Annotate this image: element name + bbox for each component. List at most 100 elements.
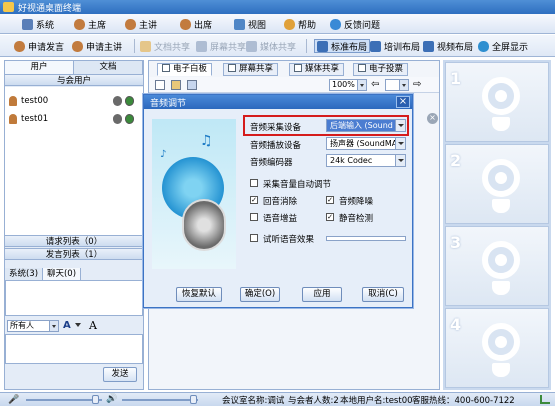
arrow-left-icon[interactable]: ⇦: [371, 79, 379, 90]
layout-icon: [423, 40, 434, 52]
tab-screen-share[interactable]: 屏幕共享: [223, 63, 279, 76]
screen-share-button[interactable]: 屏幕共享: [196, 39, 246, 53]
close-icon[interactable]: ×: [427, 113, 438, 124]
screen-icon: [228, 64, 236, 72]
user-row[interactable]: test01: [7, 113, 141, 125]
codec-select[interactable]: 24k Codec: [326, 154, 406, 167]
music-note-icon: ♪: [160, 149, 167, 160]
audio-illustration: ♫ ♪: [152, 119, 236, 269]
playback-device-select[interactable]: 扬声器 (SoundMAX: [326, 137, 406, 150]
menu-feedback[interactable]: 反馈问题: [330, 17, 380, 31]
microphone-icon[interactable]: [113, 96, 122, 106]
tab-chat[interactable]: 聊天(0): [43, 268, 81, 280]
video-slot[interactable]: 2: [445, 144, 549, 224]
webcam-icon: [482, 159, 520, 197]
microphone-icon[interactable]: [113, 114, 122, 124]
new-page-icon[interactable]: [155, 80, 165, 90]
page-select[interactable]: [385, 79, 409, 91]
cancel-button[interactable]: 取消(C): [362, 287, 404, 302]
mic-volume-slider[interactable]: [26, 399, 102, 401]
dialog-title: 音频调节: [150, 99, 187, 109]
toolbar: 申请发言 申请主讲 文档共享 屏幕共享 媒体共享 标准布局 培训布局 视频布局 …: [0, 35, 555, 57]
ok-button[interactable]: 确定(O): [240, 287, 280, 302]
noise-reduction-checkbox[interactable]: ✓: [326, 196, 334, 204]
highlight-box: [243, 115, 409, 136]
menu-view[interactable]: 视图: [234, 17, 266, 31]
test-audio-label: 试听语音效果: [263, 235, 315, 245]
user-row[interactable]: test00: [7, 95, 141, 107]
tab-vote[interactable]: 电子投票: [353, 63, 409, 76]
tab-documents[interactable]: 文档: [74, 61, 143, 74]
video-column: 1 2 3 4: [443, 60, 551, 390]
media-icon: [294, 64, 302, 72]
request-list-header[interactable]: 请求列表（0）: [5, 235, 143, 247]
doc-share-button[interactable]: 文档共享: [140, 39, 190, 53]
apply-button[interactable]: 应用: [302, 287, 342, 302]
chevron-down-icon: [49, 321, 58, 331]
restore-default-button[interactable]: 恢复默认: [176, 287, 222, 302]
tab-users[interactable]: 用户: [5, 61, 74, 74]
echo-cancel-label: 回音消除: [263, 197, 298, 207]
font-color-icon[interactable]: A: [63, 320, 73, 331]
video-layout-button[interactable]: 视频布局: [423, 39, 473, 53]
app-icon: [3, 2, 14, 12]
fullscreen-button[interactable]: 全屏显示: [478, 39, 528, 53]
video-slot[interactable]: 1: [445, 62, 549, 142]
webcam-stand-icon: [492, 363, 510, 377]
tab-whiteboard[interactable]: 电子白板: [157, 63, 213, 76]
echo-cancel-checkbox[interactable]: ✓: [250, 196, 258, 204]
media-share-button[interactable]: 媒体共享: [246, 39, 296, 53]
standard-layout-button[interactable]: 标准布局: [314, 39, 371, 53]
send-button[interactable]: 发送: [103, 367, 137, 382]
menu-system[interactable]: 系统: [22, 17, 54, 31]
left-tabs: 用户 文档: [5, 61, 143, 74]
menu-presenter[interactable]: 主讲: [125, 17, 157, 31]
window-title: 好视通桌面终端: [18, 4, 82, 14]
request-present-button[interactable]: 申请主讲: [72, 39, 122, 53]
speak-list-header[interactable]: 发言列表（1）: [5, 248, 143, 260]
speaker-volume-slider[interactable]: [122, 399, 198, 401]
video-slot[interactable]: 4: [445, 308, 549, 388]
chevron-down-icon: [395, 138, 405, 149]
recipient-select[interactable]: 所有人: [7, 320, 59, 332]
media-icon: [246, 40, 257, 52]
camera-icon[interactable]: [125, 114, 134, 124]
chat-history: [5, 280, 143, 316]
webcam-icon: [482, 241, 520, 279]
codec-label: 音频编码器: [250, 158, 293, 168]
open-folder-icon[interactable]: [171, 80, 181, 90]
menu-chair[interactable]: 主席: [74, 17, 106, 31]
zoom-select[interactable]: 100%: [329, 79, 367, 91]
layout-icon: [370, 40, 381, 52]
video-slot[interactable]: 3: [445, 226, 549, 306]
chevron-down-icon[interactable]: [75, 323, 81, 327]
close-icon[interactable]: ×: [396, 96, 410, 108]
font-style-icon[interactable]: A: [89, 319, 99, 332]
chevron-down-icon: [357, 80, 366, 90]
training-layout-button[interactable]: 培训布局: [370, 39, 420, 53]
tab-media-share[interactable]: 媒体共享: [289, 63, 345, 76]
chat-input[interactable]: [5, 334, 143, 364]
arrow-right-icon[interactable]: ⇨: [413, 79, 421, 90]
chat-tabs: 系统(3) 聊天(0): [5, 268, 143, 280]
auto-volume-label: 采集音量自动调节: [263, 180, 332, 190]
mic-volume-thumb[interactable]: [92, 395, 99, 404]
user-avatar-icon: [9, 114, 17, 124]
test-audio-checkbox[interactable]: [250, 234, 258, 242]
speaker-volume-thumb[interactable]: [190, 395, 197, 404]
menu-attend[interactable]: 出席: [180, 17, 212, 31]
camera-icon[interactable]: [125, 96, 134, 106]
title-bar: 好视通桌面终端: [0, 0, 555, 14]
request-speak-button[interactable]: 申请发言: [14, 39, 64, 53]
user-icon: [74, 18, 85, 30]
speaker-icon: [182, 199, 226, 251]
help-icon: [284, 18, 295, 30]
auto-volume-checkbox[interactable]: [250, 179, 258, 187]
tab-system-messages[interactable]: 系统(3): [5, 268, 43, 280]
voice-gain-checkbox[interactable]: [250, 213, 258, 221]
save-icon[interactable]: [187, 80, 197, 90]
silence-detect-checkbox[interactable]: ✓: [326, 213, 334, 221]
hotline: 客服热线：400-600-7122: [412, 396, 515, 406]
menu-help[interactable]: 帮助: [284, 17, 316, 31]
playback-device-label: 音频播放设备: [250, 141, 302, 151]
